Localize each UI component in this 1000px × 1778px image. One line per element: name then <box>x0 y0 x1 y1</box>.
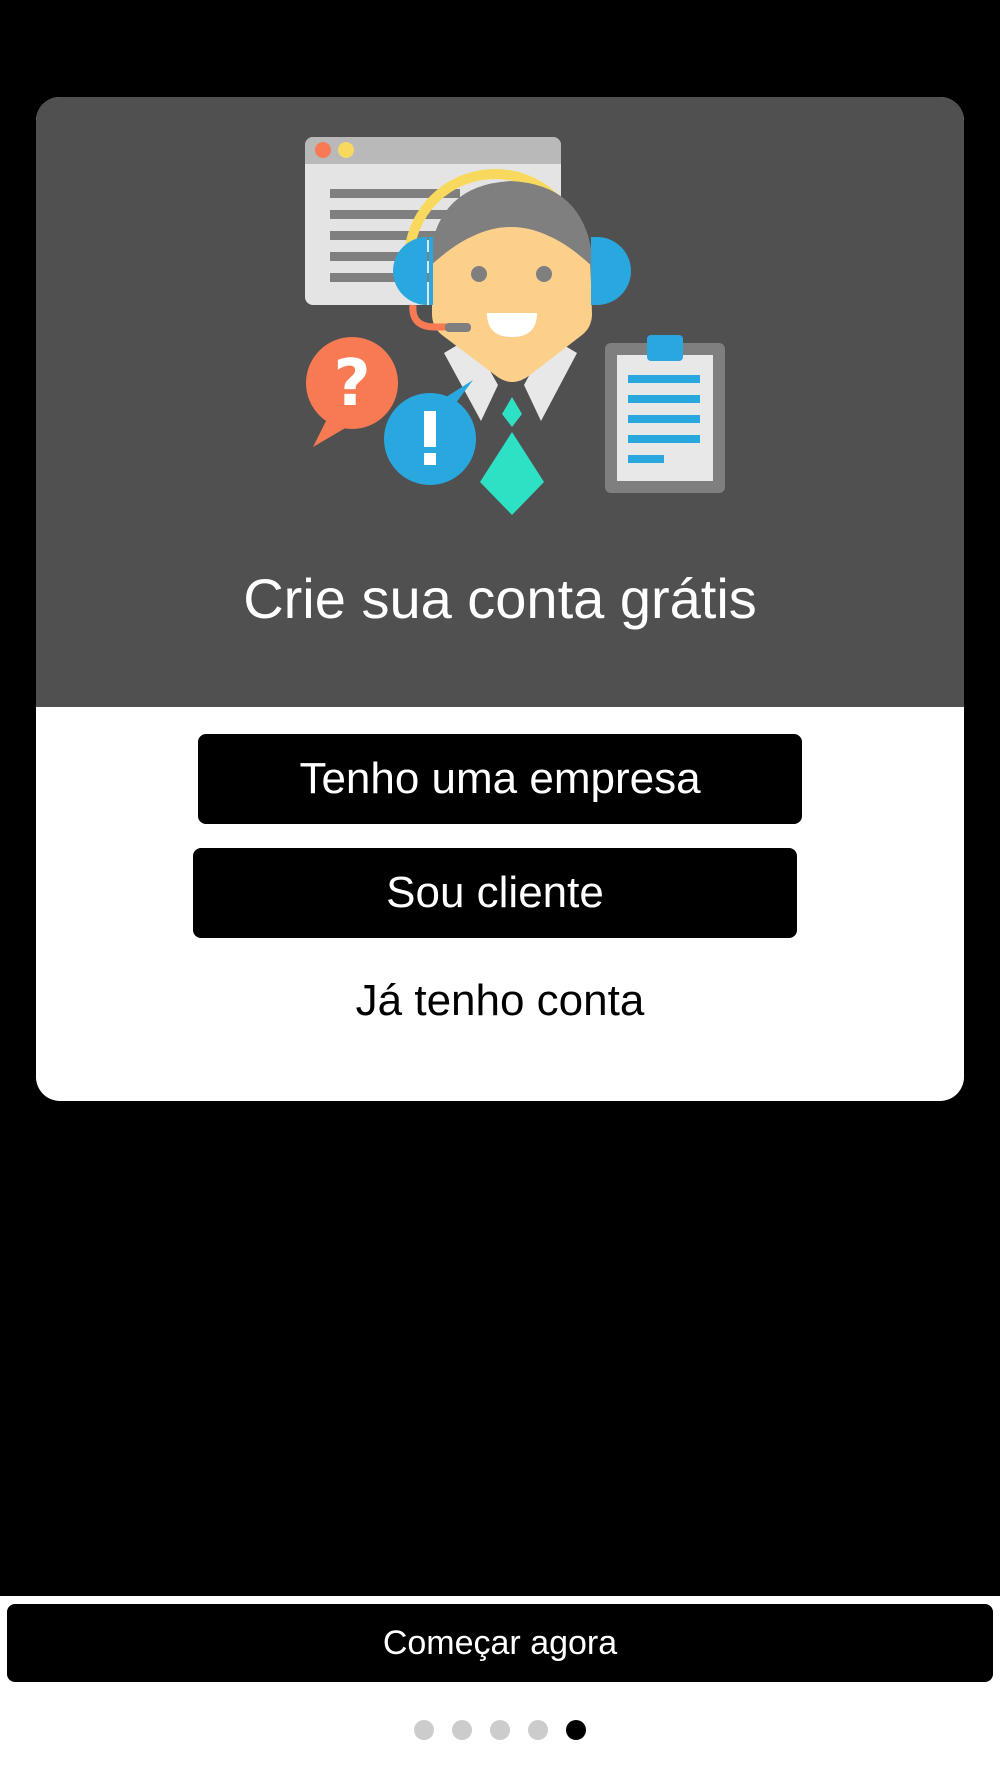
pagination-dots <box>0 1720 1000 1742</box>
company-signup-button[interactable]: Tenho uma empresa <box>198 734 802 824</box>
login-link[interactable]: Já tenho conta <box>36 975 964 1027</box>
pagination-dot[interactable] <box>490 1720 510 1740</box>
footer: Começar agora <box>0 1596 1000 1778</box>
customer-support-agent-icon: ? <box>305 137 725 515</box>
pagination-dot[interactable] <box>414 1720 434 1740</box>
pagination-dot[interactable] <box>528 1720 548 1740</box>
clipboard-icon <box>605 335 725 493</box>
page-title: Crie sua conta grátis <box>243 567 757 630</box>
pagination-dot-active[interactable] <box>566 1720 586 1740</box>
card-header: ? Crie sua conta grátis <box>36 97 964 707</box>
signup-card: ? Crie sua conta grátis Tenho uma empres… <box>36 97 964 1101</box>
question-bubble-icon: ? <box>306 337 398 447</box>
pagination-dot[interactable] <box>452 1720 472 1740</box>
svg-text:?: ? <box>333 347 370 421</box>
client-signup-button[interactable]: Sou cliente <box>193 848 797 938</box>
start-button[interactable]: Começar agora <box>7 1604 993 1682</box>
